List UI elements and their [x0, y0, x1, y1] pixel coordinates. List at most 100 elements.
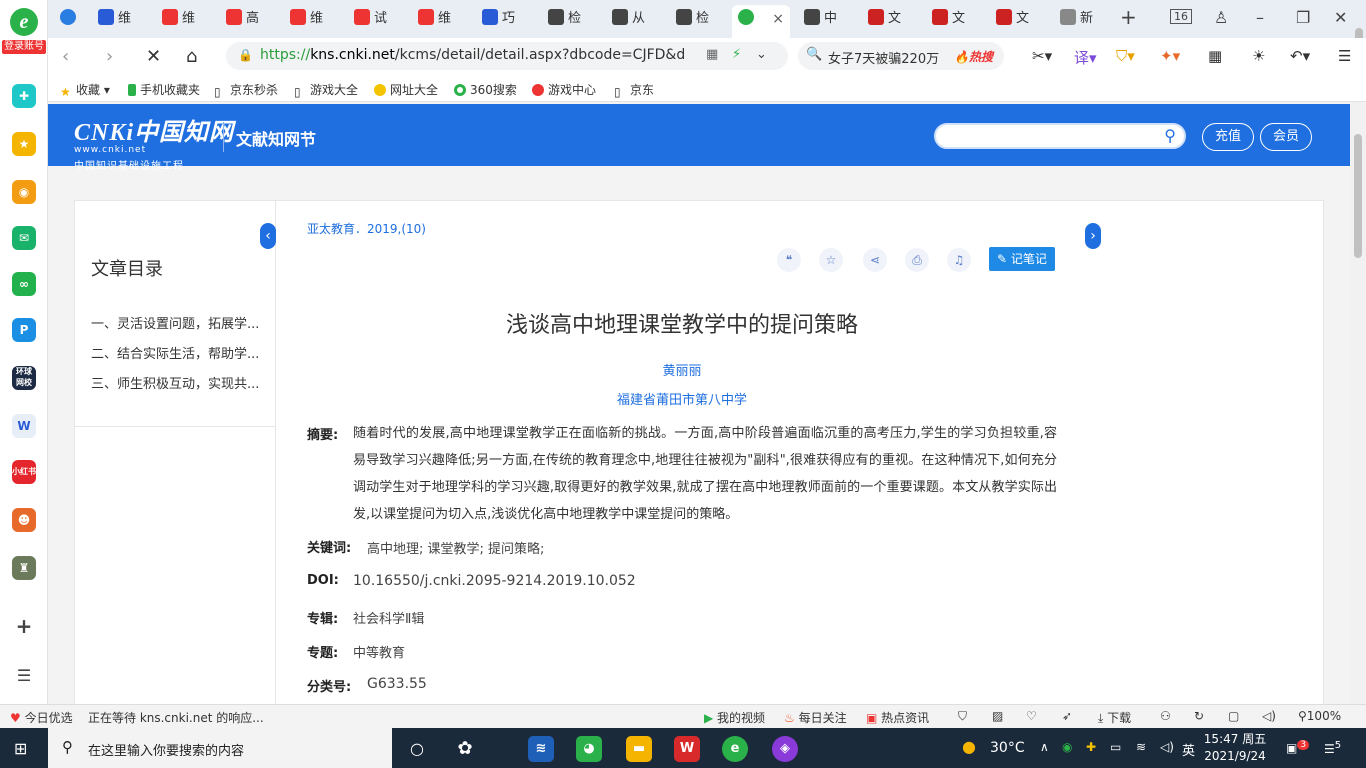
- windows-start-icon[interactable]: ⊞: [14, 739, 27, 758]
- bookmark-360[interactable]: 360搜索: [454, 81, 517, 98]
- game-controller-icon[interactable]: ✦▾: [1160, 47, 1180, 65]
- page-scroll-thumb[interactable]: [1354, 134, 1362, 258]
- tab-11-active[interactable]: ×: [732, 5, 790, 38]
- bookmark-jd-seckill[interactable]: ▯ 京东秒杀: [214, 81, 278, 99]
- pinwheel-icon[interactable]: ✿: [452, 736, 478, 762]
- tray-expand-icon[interactable]: ∧: [1040, 740, 1049, 754]
- undo-icon[interactable]: ↶▾: [1290, 47, 1310, 65]
- url-text[interactable]: https://kns.cnki.net/kcms/detail/detail.…: [260, 47, 685, 63]
- ip-icon[interactable]: P: [12, 318, 36, 342]
- author-organization[interactable]: 福建省莆田市第八中学: [307, 389, 1057, 408]
- collapse-right-icon[interactable]: ›: [1085, 223, 1101, 249]
- new-tab-icon[interactable]: +: [1120, 5, 1137, 29]
- member-button[interactable]: 会员: [1260, 123, 1312, 151]
- game-icon[interactable]: ☻: [12, 508, 36, 532]
- home-icon[interactable]: ⌂: [186, 46, 197, 67]
- heartbeat-icon[interactable]: ♡: [1026, 709, 1037, 723]
- daily-focus[interactable]: ♨ 每日关注: [784, 709, 847, 726]
- weather-temp[interactable]: 30°C: [990, 740, 1025, 756]
- chevron-down-icon[interactable]: ⌄: [756, 47, 767, 62]
- hot-news[interactable]: ▣ 热点资讯: [866, 709, 929, 726]
- apps-grid-icon[interactable]: ▦: [1208, 47, 1222, 65]
- tab-1[interactable]: 维: [92, 5, 152, 33]
- translate-icon[interactable]: 译▾: [1074, 47, 1097, 68]
- scissors-icon[interactable]: ✂▾: [1032, 47, 1052, 65]
- article-author[interactable]: 黄丽丽: [307, 360, 1057, 379]
- address-bar[interactable]: 🔒 https://kns.cnki.net/kcms/detail/detai…: [226, 42, 788, 70]
- close-tab-icon[interactable]: ×: [772, 5, 784, 33]
- volume-icon[interactable]: ◁): [1262, 709, 1276, 723]
- mail-icon[interactable]: ✉: [12, 226, 36, 250]
- tab-count-badge[interactable]: 16: [1170, 9, 1192, 24]
- tab-3[interactable]: 高: [220, 5, 280, 33]
- weather-sun-icon[interactable]: ●: [962, 737, 976, 756]
- cnki-logo[interactable]: CNKi中国知网 www.cnki.net 中国知识基础设施工程: [74, 112, 234, 172]
- maximize-icon[interactable]: ❐: [1296, 8, 1310, 27]
- login-area[interactable]: e 登录账号: [2, 6, 46, 58]
- wps-icon[interactable]: W: [674, 736, 700, 762]
- print-icon[interactable]: ⎙: [905, 248, 929, 272]
- image-icon[interactable]: ▨: [992, 709, 1003, 723]
- cookie-icon[interactable]: ⚇: [1160, 709, 1171, 723]
- bell-icon[interactable]: ♫: [947, 248, 971, 272]
- plus-cross-icon[interactable]: ✚: [12, 84, 36, 108]
- rocket-icon[interactable]: ➶: [1062, 709, 1072, 723]
- ime-indicator[interactable]: 英: [1182, 740, 1195, 759]
- tab-15[interactable]: 文: [990, 5, 1050, 33]
- take-note-button[interactable]: ✎ 记笔记: [989, 247, 1055, 271]
- browser-taskbar-icon[interactable]: e: [722, 736, 748, 762]
- journal-source[interactable]: 亚太教育．2019,(10): [307, 220, 426, 237]
- toc-item[interactable]: 二、结合实际生活，帮助学...: [91, 343, 271, 362]
- tray-plus-icon[interactable]: ✚: [1086, 740, 1096, 754]
- toc-item[interactable]: 三、师生积极互动，实现共...: [91, 373, 271, 392]
- minimize-icon[interactable]: –: [1256, 8, 1264, 27]
- window-icon[interactable]: ▢: [1228, 709, 1239, 723]
- forward-icon[interactable]: ›: [106, 46, 113, 67]
- tab-6[interactable]: 维: [412, 5, 472, 33]
- bookmark-favorites[interactable]: ★ 收藏 ▾: [60, 81, 110, 99]
- drop-app-icon[interactable]: ◈: [772, 736, 798, 762]
- tray-app-icon[interactable]: ◉: [1062, 740, 1072, 754]
- wifi-icon[interactable]: ≋: [1136, 740, 1146, 754]
- tab-8[interactable]: 检: [542, 5, 602, 33]
- speaker-icon[interactable]: ◁): [1160, 740, 1174, 754]
- tab-12[interactable]: 中: [798, 5, 858, 33]
- quote-icon[interactable]: ❝: [777, 248, 801, 272]
- shirt-icon[interactable]: ♙: [1214, 8, 1228, 27]
- bookmark-games[interactable]: ▯ 游戏大全: [294, 81, 358, 99]
- qr-icon[interactable]: ▦: [706, 47, 718, 62]
- bookmark-mobile[interactable]: 手机收藏夹: [128, 81, 200, 98]
- tab-13[interactable]: 文: [862, 5, 922, 33]
- xiaohongshu-icon[interactable]: 小红书: [12, 460, 36, 484]
- hot-search-label[interactable]: 🔥热搜: [954, 48, 993, 65]
- weibo-icon[interactable]: ◉: [12, 180, 36, 204]
- pubg-icon[interactable]: ♜: [12, 556, 36, 580]
- nav-arrow-icon[interactable]: [54, 5, 84, 33]
- brightness-icon[interactable]: ☀: [1252, 47, 1265, 65]
- stop-loading-icon[interactable]: ✕: [146, 46, 161, 67]
- today-picks[interactable]: ♥ 今日优选: [10, 709, 73, 726]
- close-window-icon[interactable]: ✕: [1334, 8, 1347, 27]
- recharge-button[interactable]: 充值: [1202, 123, 1254, 151]
- search-bar[interactable]: 🔍 女子7天被骗220万 🔥热搜: [798, 42, 1004, 70]
- add-icon[interactable]: +: [12, 614, 36, 638]
- global-net-icon[interactable]: 环球 网校: [12, 366, 36, 390]
- shield-icon[interactable]: ⛉: [958, 709, 967, 724]
- download-button[interactable]: ⤓ 下载: [1098, 709, 1131, 726]
- app-swift-icon[interactable]: ≋: [528, 736, 554, 762]
- link-icon[interactable]: ∞: [12, 272, 36, 296]
- notification-badge[interactable]: ▣ 3: [1286, 740, 1310, 755]
- keywords-list[interactable]: 高中地理; 课堂教学; 提问策略;: [367, 538, 544, 557]
- my-video[interactable]: ▶ 我的视频: [704, 709, 765, 726]
- share-icon[interactable]: ⋖: [863, 248, 887, 272]
- bookmark-jd[interactable]: ▯ 京东: [614, 81, 654, 99]
- system-clock[interactable]: 15:47 周五 2021/9/24: [1200, 731, 1270, 765]
- refresh-icon[interactable]: ↻: [1194, 709, 1204, 723]
- taskbar-search[interactable]: ⚲ 在这里输入你要搜索的内容: [48, 728, 392, 768]
- action-center[interactable]: ☰5: [1324, 740, 1341, 756]
- file-explorer-icon[interactable]: ▬: [626, 736, 652, 762]
- task-view-icon[interactable]: ○: [404, 736, 430, 762]
- word-doc-icon[interactable]: W: [12, 414, 36, 438]
- page-scrollbar[interactable]: [1350, 102, 1366, 704]
- tab-16[interactable]: 新: [1054, 5, 1114, 33]
